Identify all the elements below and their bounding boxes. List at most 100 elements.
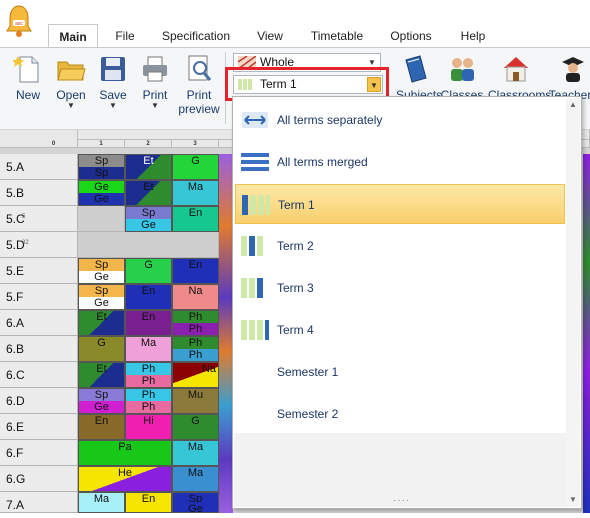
lesson-cell[interactable]: Hi: [125, 414, 172, 440]
chevron-down-icon: ▼: [67, 101, 75, 110]
option-all-terms-merged[interactable]: All terms merged: [235, 142, 565, 182]
lesson-cell[interactable]: En: [172, 206, 219, 232]
scroll-up-icon[interactable]: ▲: [566, 98, 580, 112]
new-button[interactable]: New: [8, 54, 48, 102]
class-row-label[interactable]: 5.B: [0, 180, 78, 206]
classes-button[interactable]: Classes: [440, 54, 484, 102]
stacked-bars-icon: [240, 151, 270, 173]
class-row-label[interactable]: 6.B: [0, 336, 78, 362]
lesson-cell[interactable]: Sp Ge: [78, 284, 125, 310]
class-row-label[interactable]: 6.A: [0, 310, 78, 336]
app-logo-icon[interactable]: asc: [4, 4, 34, 38]
period-header: 1: [78, 140, 125, 148]
lesson-cell[interactable]: G: [172, 154, 219, 180]
teachers-button[interactable]: Teachers: [548, 54, 590, 102]
lesson-cell[interactable]: G: [172, 414, 219, 440]
option-term-1[interactable]: Term 1: [235, 184, 565, 224]
tab-main[interactable]: Main: [48, 24, 98, 48]
print-button[interactable]: Print ▼: [137, 54, 173, 110]
class-row-label[interactable]: 5.D 32: [0, 232, 78, 258]
lesson-cell[interactable]: Et: [78, 362, 125, 388]
resize-grip-icon[interactable]: ····: [393, 495, 410, 506]
lesson-strip[interactable]: [583, 154, 590, 513]
lesson-cell[interactable]: G: [125, 258, 172, 284]
tab-file[interactable]: File: [110, 26, 140, 47]
option-label: All terms separately: [277, 113, 383, 127]
print-preview-button[interactable]: Print preview: [177, 54, 221, 116]
lesson-cell[interactable]: Pa: [78, 440, 172, 466]
graduate-icon: [558, 54, 588, 84]
lesson-cell[interactable]: Ph Ph: [125, 388, 172, 414]
class-row-label[interactable]: 6.D: [0, 388, 78, 414]
class-row-label[interactable]: 6.E: [0, 414, 78, 440]
lesson-cell[interactable]: He: [78, 466, 172, 492]
open-label: Open: [56, 88, 86, 102]
svg-text:asc: asc: [15, 21, 23, 27]
lesson-cell[interactable]: Ma: [78, 492, 125, 513]
class-row-label[interactable]: 5.F: [0, 284, 78, 310]
option-label: Semester 1: [277, 365, 339, 379]
class-row-label[interactable]: 5.C 5: [0, 206, 78, 232]
open-button[interactable]: Open ▼: [52, 54, 90, 110]
lesson-cell[interactable]: G: [78, 336, 125, 362]
lesson-cell[interactable]: Et: [125, 180, 172, 206]
classrooms-button[interactable]: Classrooms: [488, 54, 551, 102]
lesson-cell[interactable]: Ma: [125, 336, 172, 362]
lesson-cell[interactable]: Et: [78, 310, 125, 336]
class-row-label[interactable]: 5.A: [0, 154, 78, 180]
lesson-cell[interactable]: Ma: [172, 180, 219, 206]
scroll-down-icon[interactable]: ▼: [566, 493, 580, 507]
class-row-label[interactable]: 6.F: [0, 440, 78, 466]
lesson-cell[interactable]: Sp Ge: [172, 492, 219, 513]
class-row-label[interactable]: 7.A: [0, 492, 78, 513]
class-row-label[interactable]: 5.E: [0, 258, 78, 284]
class-row-label[interactable]: 6.C: [0, 362, 78, 388]
lesson-cell[interactable]: En: [78, 414, 125, 440]
lesson-cell[interactable]: Et: [125, 154, 172, 180]
save-label: Save: [99, 88, 127, 102]
lesson-cell[interactable]: En: [125, 284, 172, 310]
lesson-cell[interactable]: Ph Ph: [125, 362, 172, 388]
lesson-cell[interactable]: Ge Ge: [78, 180, 125, 206]
dropdown-scrollbar[interactable]: ▲ ▼: [566, 98, 580, 507]
option-term-4[interactable]: Term 4: [235, 310, 565, 350]
option-semester-2[interactable]: Semester 2: [235, 394, 565, 434]
new-label: New: [15, 88, 40, 102]
lesson-cell[interactable]: En: [125, 492, 172, 513]
lesson-cell[interactable]: Sp Sp: [78, 154, 125, 180]
lesson-cell[interactable]: Na: [172, 362, 219, 388]
lesson-cell[interactable]: Sp Ge: [78, 388, 125, 414]
tab-specification[interactable]: Specification: [158, 26, 234, 47]
option-semester-1[interactable]: Semester 1: [235, 352, 565, 392]
print-preview-label-2: preview: [178, 102, 220, 116]
lesson-cell[interactable]: Ma: [172, 466, 219, 492]
lesson-cell[interactable]: En: [125, 310, 172, 336]
empty-slot[interactable]: [78, 206, 125, 232]
folder-open-icon: [56, 54, 86, 84]
lesson-cell[interactable]: Ph Ph: [172, 336, 219, 362]
period-header: 0: [30, 140, 78, 148]
lesson-cell[interactable]: Ma: [172, 440, 219, 466]
save-button[interactable]: Save ▼: [95, 54, 131, 110]
lesson-cell[interactable]: Sp Ge: [78, 258, 125, 284]
lesson-strip[interactable]: [219, 154, 233, 513]
option-label: Term 2: [277, 239, 314, 253]
period-header: 3: [172, 140, 219, 148]
class-row-label[interactable]: 6.G: [0, 466, 78, 492]
empty-slot[interactable]: [78, 232, 219, 258]
tab-view[interactable]: View: [252, 26, 288, 47]
option-all-terms-separately[interactable]: All terms separately: [235, 100, 565, 140]
tab-timetable[interactable]: Timetable: [306, 26, 368, 47]
lesson-cell[interactable]: Ph Ph: [172, 310, 219, 336]
lesson-cell[interactable]: Na: [172, 284, 219, 310]
lesson-cell[interactable]: En: [172, 258, 219, 284]
lesson-cell[interactable]: Mu: [172, 388, 219, 414]
option-term-2[interactable]: Term 2: [235, 226, 565, 266]
tab-help[interactable]: Help: [455, 26, 491, 47]
option-term-3[interactable]: Term 3: [235, 268, 565, 308]
subjects-button[interactable]: Subjects: [396, 54, 442, 102]
lesson-cell[interactable]: Sp Ge: [125, 206, 172, 232]
print-preview-icon: [184, 54, 214, 84]
house-icon: [501, 54, 531, 84]
tab-options[interactable]: Options: [385, 26, 437, 47]
